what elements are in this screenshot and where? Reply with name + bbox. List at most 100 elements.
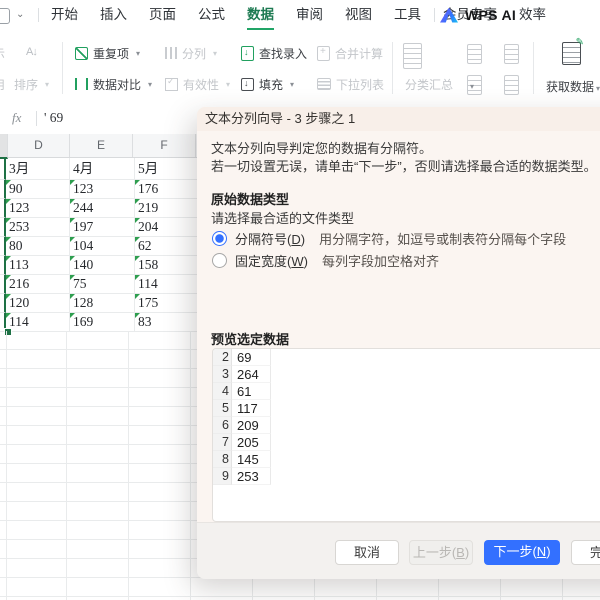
dialog-footer: 取消 上一步(B) 下一步(N) 完成 [197, 522, 600, 579]
merge-calc-button: 合并计算 [317, 42, 383, 64]
radio-delimited[interactable]: 分隔符号(D) 用分隔字符，如逗号或制表符分隔每个字段 [212, 229, 566, 248]
fx-icon: fx [12, 110, 21, 126]
radio-fixed-desc: 每列字段加空格对齐 [322, 251, 439, 270]
preview-row-number: 3 [213, 366, 232, 383]
cell[interactable]: 75 [70, 275, 135, 294]
cell[interactable]: 104 [70, 237, 135, 256]
cell[interactable]: 169 [70, 313, 135, 332]
duplicates-button[interactable]: 重复项 [75, 42, 140, 64]
data-compare-label: 数据对比 [93, 76, 141, 93]
wps-ai-button[interactable]: WPS AI [440, 0, 516, 30]
split-columns-button: 分列 [165, 42, 217, 64]
formula-input[interactable]: ' 69 [44, 110, 63, 126]
data-compare-button[interactable]: 数据对比 [75, 73, 152, 95]
validation-icon [165, 78, 178, 91]
truncated-reapply-button: 用 [0, 73, 5, 95]
dropdown-list-button: 下拉列表 [317, 73, 384, 95]
fill-button[interactable]: 填充 [241, 73, 294, 95]
tab-insert[interactable]: 插入 [89, 0, 138, 30]
cell[interactable]: 62 [135, 237, 200, 256]
finish-button[interactable]: 完成 [571, 540, 600, 565]
preview-row-number: 5 [213, 400, 232, 417]
preview-data-box[interactable]: 2 69 3 264 4 61 5 117 6 209 7 205 8 145 … [212, 348, 600, 522]
file-type-label: 请选择最合适的文件类型 [211, 208, 354, 227]
truncated-show-all-button: 示 [0, 42, 5, 64]
ribbon-toolbar: 示 用 排序 重复项 数据对比 分列 有效性 查找录入 填充 合并计算 下拉列表… [0, 30, 600, 104]
split-columns-label: 分列 [182, 45, 206, 62]
chevron-down-icon[interactable]: ⌄ [16, 9, 24, 20]
cell[interactable]: 175 [135, 294, 200, 313]
find-entry-button[interactable]: 查找录入 [241, 42, 307, 64]
cell[interactable]: 120 [6, 294, 70, 313]
get-data-icon [562, 42, 581, 65]
next-step-button[interactable]: 下一步(N) [484, 540, 560, 565]
cell[interactable]: 128 [70, 294, 135, 313]
preview-row-number: 8 [213, 451, 232, 468]
cell[interactable]: 204 [135, 218, 200, 237]
divider [392, 42, 393, 94]
preview-row-value: 264 [232, 366, 271, 383]
tab-formula[interactable]: 公式 [187, 0, 236, 30]
cell[interactable]: 253 [6, 218, 70, 237]
cell[interactable]: 123 [70, 180, 135, 199]
cell[interactable]: 197 [70, 218, 135, 237]
preview-row: 3 264 [213, 366, 600, 383]
preview-row: 9 253 [213, 468, 600, 485]
radio-fixed-width[interactable]: 固定宽度(W) 每列字段加空格对齐 [212, 251, 439, 270]
cell[interactable]: 3月 [6, 158, 70, 180]
cell[interactable]: 244 [70, 199, 135, 218]
divider [38, 8, 39, 22]
dropdown-list-icon [317, 78, 331, 90]
cell[interactable]: 114 [6, 313, 70, 332]
preview-row-value: 61 [232, 383, 271, 400]
tab-tools[interactable]: 工具 [383, 0, 432, 30]
preview-heading: 预览选定数据 [211, 329, 289, 348]
show-detail-icon [504, 44, 519, 64]
wps-ai-logo-icon [440, 8, 458, 23]
tab-home[interactable]: 开始 [40, 0, 89, 30]
get-data-button[interactable]: 获取数据 [546, 78, 600, 95]
wizard-intro-line1: 文本分列向导判定您的数据有分隔符。 [211, 138, 432, 157]
preview-row: 7 205 [213, 434, 600, 451]
column-header-d[interactable]: D [8, 134, 70, 157]
cell[interactable]: 90 [6, 180, 70, 199]
cell[interactable]: 219 [135, 199, 200, 218]
divider [36, 111, 37, 126]
fill-label: 填充 [259, 76, 283, 93]
cell[interactable]: 113 [6, 256, 70, 275]
cell[interactable]: 4月 [70, 158, 135, 180]
data-compare-icon [75, 78, 88, 90]
preview-row-number: 2 [213, 349, 232, 366]
preview-row-value: 145 [232, 451, 271, 468]
preview-row-value: 117 [232, 400, 271, 417]
column-header-f[interactable]: F [133, 134, 196, 157]
cell[interactable]: 216 [6, 275, 70, 294]
radio-delimited-desc: 用分隔字符，如逗号或制表符分隔每个字段 [319, 229, 566, 248]
validation-button: 有效性 [165, 73, 230, 95]
cell[interactable]: 158 [135, 256, 200, 275]
preview-row-value: 205 [232, 434, 271, 451]
sort-az-icon [26, 42, 42, 58]
divider [533, 42, 534, 94]
cell[interactable]: 83 [135, 313, 200, 332]
tab-view[interactable]: 视图 [334, 0, 383, 30]
cell[interactable]: 5月 [135, 158, 200, 180]
cancel-button[interactable]: 取消 [335, 540, 399, 565]
subtotal-icon [403, 43, 422, 69]
preview-row: 2 69 [213, 349, 600, 366]
column-header-selected-sliver[interactable] [0, 134, 8, 159]
duplicates-icon [75, 47, 88, 60]
column-header-e[interactable]: E [70, 134, 133, 157]
tab-data[interactable]: 数据 [236, 0, 285, 30]
tab-page[interactable]: 页面 [138, 0, 187, 30]
cell[interactable]: 140 [70, 256, 135, 275]
sort-button: 排序 [14, 73, 49, 95]
cell[interactable]: 114 [135, 275, 200, 294]
tab-review[interactable]: 审阅 [285, 0, 334, 30]
cell[interactable]: 80 [6, 237, 70, 256]
wizard-intro-line2: 若一切设置无误，请单击“下一步”，否则请选择最合适的数据类型。 [211, 156, 597, 175]
cell[interactable]: 176 [135, 180, 200, 199]
original-data-type-heading: 原始数据类型 [211, 189, 289, 208]
cell[interactable]: 123 [6, 199, 70, 218]
text-to-columns-wizard-dialog: 文本分列向导 - 3 步骤之 1 文本分列向导判定您的数据有分隔符。 若一切设置… [197, 107, 600, 578]
